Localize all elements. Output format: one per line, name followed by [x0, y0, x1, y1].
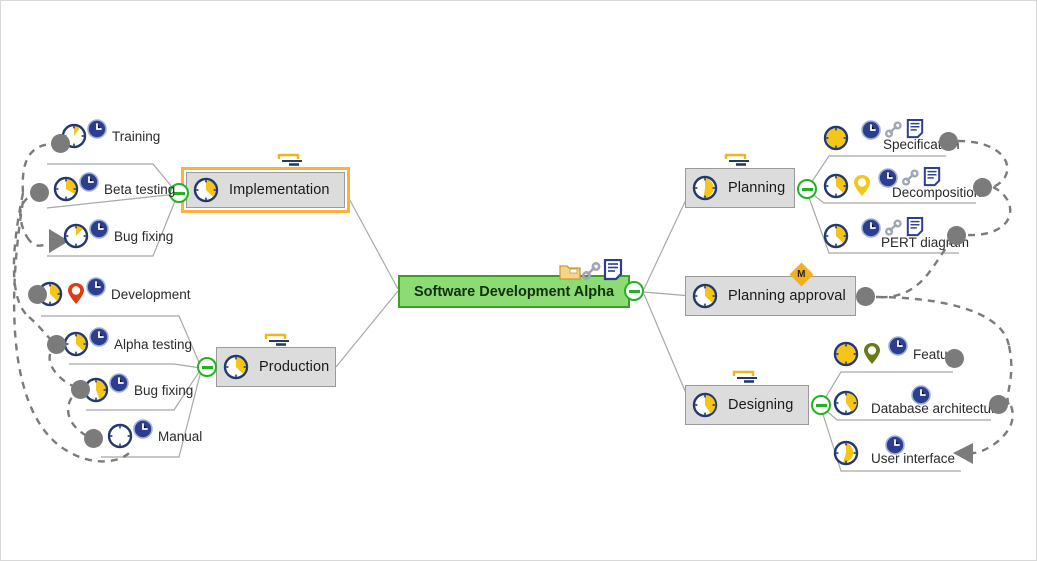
node-implementation-box[interactable]: Implementation	[186, 172, 345, 208]
node-production-label: Production	[259, 359, 330, 375]
node-planning-box[interactable]: Planning	[685, 168, 795, 208]
dependency-endpoint-dot[interactable]	[71, 380, 90, 399]
clock-icon	[860, 119, 882, 141]
clock-icon	[833, 390, 859, 416]
clock-icon	[63, 331, 89, 357]
clock-icon	[193, 177, 219, 203]
clock-icon	[63, 223, 89, 249]
root-collapse-button[interactable]	[624, 281, 644, 301]
dependency-endpoint-dot[interactable]	[47, 335, 66, 354]
node-designing[interactable]: Designing	[685, 385, 809, 425]
chain-icon	[884, 120, 903, 139]
chain-icon	[901, 168, 920, 187]
clock-icon	[108, 372, 130, 394]
clock-icon	[823, 125, 849, 151]
mind-map-canvas[interactable]: Software Development Alpha Implementatio…	[0, 0, 1037, 561]
leaf-alpha-testing-label: Alpha testing	[114, 336, 193, 352]
note-icon	[906, 118, 924, 139]
clock-icon	[78, 171, 100, 193]
link-icon[interactable]	[581, 261, 602, 281]
leaf-training-label: Training	[112, 128, 161, 144]
clock-icon	[692, 392, 718, 418]
collapse-button-planning[interactable]	[797, 179, 817, 199]
summary-task-adornment	[723, 151, 757, 172]
clock-icon	[53, 176, 79, 202]
clock-icon	[85, 276, 107, 298]
node-planning[interactable]: Planning	[685, 168, 795, 208]
dependency-endpoint-dot[interactable]	[945, 349, 964, 368]
leaf-decomposition-label: Decomposition	[892, 185, 982, 200]
node-implementation-label: Implementation	[229, 182, 330, 198]
dependency-endpoint-dot[interactable]	[28, 285, 47, 304]
leaf-beta-testing[interactable]: Beta testing	[53, 172, 176, 202]
leaf-user-interface-label: User interface	[871, 451, 956, 466]
dependency-endpoint-dot[interactable]	[939, 132, 958, 151]
leaf-beta-testing-label: Beta testing	[104, 181, 176, 197]
clock-icon	[88, 218, 110, 240]
leaf-database-architecture-label: Database architecture	[871, 401, 1004, 416]
dependency-arrowhead	[953, 443, 973, 464]
clock-icon	[833, 341, 859, 367]
clock-icon	[823, 173, 849, 199]
clock-icon	[692, 283, 718, 309]
leaf-development[interactable]: Development	[37, 277, 191, 307]
clock-icon	[860, 217, 882, 239]
folder-icon[interactable]	[559, 262, 581, 281]
leaf-training[interactable]: Training	[61, 119, 161, 149]
dependency-endpoint-dot[interactable]	[856, 287, 875, 306]
clock-icon	[88, 326, 110, 348]
dependency-endpoint-dot[interactable]	[84, 429, 103, 448]
leaf-development-label: Development	[111, 286, 191, 302]
collapse-button-designing[interactable]	[811, 395, 831, 415]
leaf-bug-fixing-prod[interactable]: Bug fixing	[83, 373, 194, 403]
dependency-endpoint-dot[interactable]	[51, 134, 70, 153]
node-implementation[interactable]: Implementation	[181, 167, 350, 213]
pin-yellow-icon	[852, 173, 872, 199]
clock-icon	[887, 335, 909, 357]
leaf-feature[interactable]: Feature	[833, 336, 960, 367]
node-planning-approval-label: Planning approval	[728, 288, 846, 304]
leaf-user-interface[interactable]: User interface	[833, 434, 956, 466]
node-designing-box[interactable]: Designing	[685, 385, 809, 425]
node-production[interactable]: Production	[216, 347, 336, 387]
summary-task-adornment	[263, 331, 297, 352]
leaf-database-architecture[interactable]: Database architecture	[833, 384, 1004, 416]
clock-icon	[107, 423, 133, 449]
leaf-bug-fixing-impl[interactable]: Bug fixing	[63, 219, 174, 249]
dependency-endpoint-dot[interactable]	[947, 226, 966, 245]
root-node-label: Software Development Alpha	[414, 283, 615, 300]
clock-icon	[833, 440, 859, 466]
node-designing-label: Designing	[728, 397, 794, 413]
leaf-manual-label: Manual	[158, 428, 203, 444]
collapse-button-production[interactable]	[197, 357, 217, 377]
dependency-endpoint-dot[interactable]	[989, 395, 1008, 414]
note-icon[interactable]	[603, 258, 623, 281]
leaf-decomposition[interactable]: Decomposition	[823, 166, 982, 200]
leaf-bug-fixing-impl-label: Bug fixing	[114, 228, 174, 244]
dependency-endpoint-dot[interactable]	[30, 183, 49, 202]
dependency-endpoint-dot[interactable]	[973, 178, 992, 197]
node-planning-approval-box[interactable]: Planning approval	[685, 276, 856, 316]
milestone-badge-label: M	[797, 269, 806, 280]
pin-olive-icon	[862, 341, 882, 367]
summary-task-adornment	[731, 368, 765, 389]
note-icon	[906, 216, 924, 237]
chain-icon	[884, 218, 903, 237]
leaf-alpha-testing[interactable]: Alpha testing	[63, 327, 193, 357]
clock-icon	[86, 118, 108, 140]
leaf-bug-fixing-prod-label: Bug fixing	[134, 382, 194, 398]
root-icon-cluster	[559, 258, 623, 281]
node-production-box[interactable]: Production	[216, 347, 336, 387]
clock-icon	[132, 418, 154, 440]
pin-red-icon	[66, 281, 86, 307]
leaf-manual[interactable]: Manual	[107, 419, 203, 449]
clock-icon	[692, 175, 718, 201]
clock-icon	[823, 223, 849, 249]
node-planning-label: Planning	[728, 180, 786, 196]
clock-icon	[223, 354, 249, 380]
node-planning-approval[interactable]: Planning approval	[685, 276, 856, 316]
note-icon	[923, 166, 941, 187]
summary-task-adornment	[276, 151, 310, 172]
